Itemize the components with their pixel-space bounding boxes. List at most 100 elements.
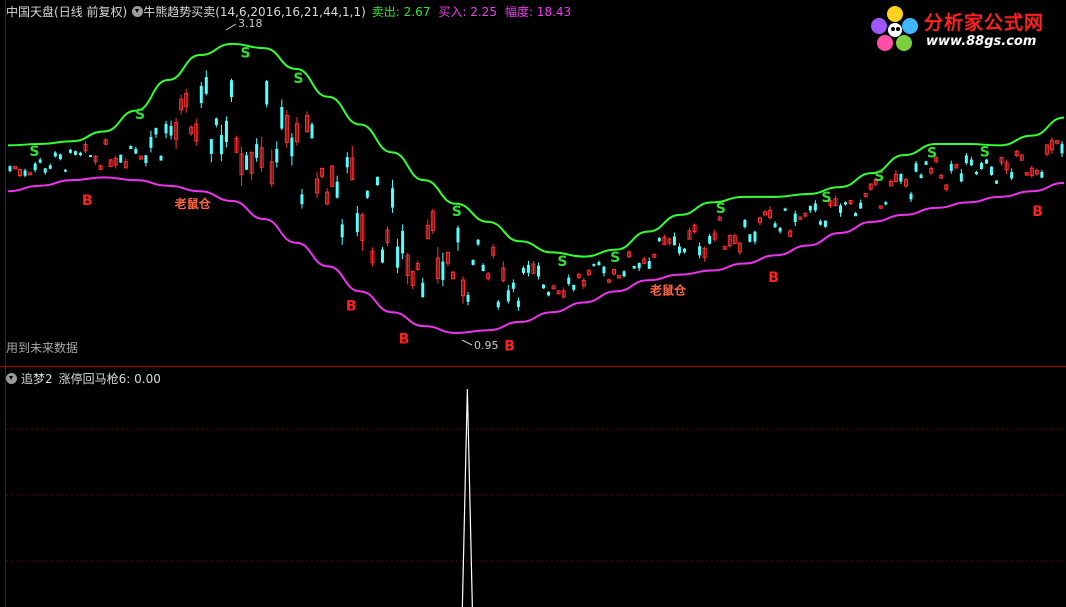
candle-body: [844, 202, 848, 205]
candle-body: [602, 266, 606, 274]
candle-body: [275, 148, 279, 163]
candle-body: [78, 152, 82, 156]
candle-body: [164, 123, 168, 134]
sub-indicator-name[interactable]: 追梦2: [21, 370, 53, 387]
indicator-dropdown-icon[interactable]: [132, 5, 144, 17]
candle-body: [521, 267, 525, 274]
candle-body: [401, 231, 405, 254]
candle-body: [753, 231, 757, 242]
candle-body: [959, 173, 963, 182]
candle-body: [572, 284, 576, 290]
candle-body: [89, 155, 93, 158]
candle-body: [33, 163, 37, 171]
indicator-header: 追梦2 涨停回马枪6: 0.00: [6, 370, 161, 386]
max-price-pointer: [225, 23, 237, 31]
indicator-spike: [461, 388, 473, 607]
period-label: (日线 前复权): [54, 4, 128, 19]
candle-body: [229, 80, 233, 98]
candle-body: [496, 301, 500, 308]
candle-body: [637, 263, 641, 269]
sub-indicator-value: 涨停回马枪6: 0.00: [58, 371, 161, 386]
buy-value: 买入: 2.25: [438, 4, 497, 19]
signal-label: S: [716, 201, 726, 217]
watermark-logo: 分析家公式网 www.88gs.com: [868, 2, 1064, 54]
candle-body: [340, 224, 344, 238]
signal-label: B: [82, 193, 93, 209]
candle-body: [48, 165, 52, 169]
candle-body: [391, 188, 395, 208]
candle-body: [793, 213, 797, 222]
candle-body: [224, 120, 228, 143]
candle-body: [622, 271, 626, 277]
signal-label: 老鼠仓: [175, 196, 212, 211]
candle-body: [1040, 171, 1044, 178]
candle-body: [265, 81, 269, 105]
logo-title: 分析家公式网: [924, 12, 1045, 34]
sub-indicator-dropdown-icon[interactable]: [6, 372, 17, 384]
candle-body: [969, 159, 973, 166]
candle-body: [748, 234, 752, 242]
stock-name[interactable]: 中国天盘: [6, 3, 54, 20]
candle-body: [778, 227, 782, 232]
signal-label: B: [346, 298, 357, 314]
candle-body: [245, 155, 249, 170]
signal-label: B: [504, 339, 515, 355]
chart-header: 中国天盘 (日线 前复权) 牛熊趋势买卖(14,6,2016,16,21,44,…: [6, 2, 571, 20]
candle-body: [537, 265, 541, 277]
indicator-name[interactable]: 牛熊趋势买卖(14,6,2016,16,21,44,1,1): [143, 3, 366, 20]
candle-body: [567, 277, 571, 284]
signal-label: S: [557, 254, 567, 270]
candle-body: [199, 85, 203, 104]
candle-body: [466, 294, 470, 302]
candle-body: [119, 154, 123, 163]
candlestick-series: [8, 70, 1064, 311]
signal-label: S: [610, 250, 620, 266]
candle-body: [43, 168, 47, 173]
candle-body: [209, 139, 213, 154]
candle-body: [526, 264, 530, 273]
candle-body: [698, 246, 702, 256]
signal-label: S: [927, 145, 937, 161]
signal-label: S: [452, 204, 462, 220]
candle-body: [909, 193, 913, 200]
candle-body: [839, 205, 843, 213]
candle-body: [995, 180, 999, 184]
candle-body: [481, 264, 485, 272]
signal-label: S: [821, 190, 831, 206]
candle-body: [476, 239, 480, 245]
candle-body: [53, 152, 57, 157]
upper-band-line: [7, 42, 1065, 258]
stock-chart-window: 3.18 0.95 S B S 老鼠仓 S S B B S B S S 老鼠仓 S B S S S S B 中国天盘 (日…: [0, 0, 1066, 607]
candle-body: [310, 124, 314, 139]
candle-body: [8, 166, 12, 172]
lower-band-line: [7, 176, 1065, 335]
candle-body: [597, 261, 601, 266]
signal-label: S: [241, 46, 251, 62]
candle-body: [375, 176, 379, 186]
candle-body: [280, 106, 284, 129]
candle-body: [204, 77, 208, 94]
candle-body: [708, 235, 712, 244]
candle-body: [919, 174, 923, 179]
candle-body: [511, 282, 515, 289]
candle-body: [355, 213, 359, 233]
signal-label: B: [1032, 204, 1043, 220]
candle-body: [949, 163, 953, 171]
signal-label: S: [29, 144, 39, 160]
candle-body: [657, 238, 661, 242]
min-price-pointer: [461, 339, 473, 346]
candle-body: [964, 155, 968, 164]
candle-body: [647, 261, 651, 269]
candle-body: [214, 118, 218, 125]
candle-body: [144, 155, 148, 163]
logo-url: www.88gs.com: [926, 34, 1037, 49]
candle-body: [58, 154, 62, 160]
signal-label: S: [874, 169, 884, 185]
candle-body: [456, 227, 460, 243]
candle-body: [979, 162, 983, 169]
candle-body: [345, 157, 349, 168]
indicator-chart-svg: [6, 388, 1066, 607]
candle-body: [365, 190, 369, 198]
signal-label: 老鼠仓: [650, 283, 687, 298]
signal-label: B: [768, 270, 779, 286]
